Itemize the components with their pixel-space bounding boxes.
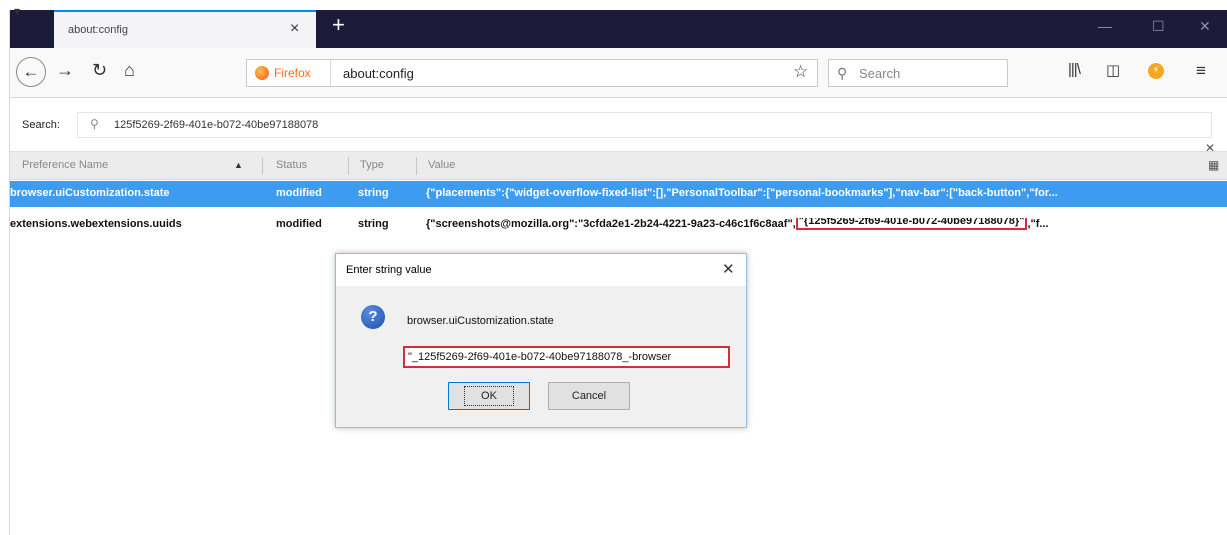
url-bar[interactable]: Firefox about:config ☆: [246, 59, 818, 87]
dialog-close-icon[interactable]: ✕: [722, 260, 735, 278]
pref-value: {"screenshots@mozilla.org":"3cfda2e1-2b2…: [426, 218, 1221, 230]
forward-arrow-icon[interactable]: →: [56, 60, 74, 81]
prefs-table-header: Preference Name ▲ Status Type Value ▦: [10, 152, 1227, 180]
search-label: Search:: [22, 119, 60, 131]
url-text[interactable]: about:config: [343, 66, 414, 81]
config-search-value[interactable]: 125f5269-2f69-401e-b072-40be97188078: [114, 119, 318, 131]
cancel-button[interactable]: Cancel: [548, 382, 630, 410]
ok-button[interactable]: OK: [448, 382, 530, 410]
pref-value-prefix: {"screenshots@mozilla.org":"3cfda2e1-2b2…: [426, 218, 796, 230]
new-tab-button[interactable]: +: [332, 14, 345, 36]
ok-label: OK: [464, 386, 514, 406]
tab-title: about:config: [68, 24, 128, 36]
highlighted-uuid: "{125f5269-2f69-401e-b072-40be97188078}": [795, 218, 1028, 230]
pref-value: {"placements":{"widget-overflow-fixed-li…: [426, 187, 1058, 199]
tab-close-icon[interactable]: ×: [290, 20, 299, 38]
column-divider[interactable]: [348, 157, 349, 175]
column-value[interactable]: Value: [428, 159, 455, 171]
dialog-title: Enter string value: [346, 264, 432, 276]
column-type[interactable]: Type: [360, 159, 384, 171]
column-preference-name[interactable]: Preference Name: [22, 159, 108, 171]
minimize-icon[interactable]: —: [1098, 18, 1112, 34]
brand-label: Firefox: [274, 66, 311, 80]
back-arrow-icon[interactable]: ←: [16, 57, 46, 87]
sort-ascending-icon[interactable]: ▲: [234, 160, 243, 170]
table-row[interactable]: browser.uiCustomization.state modified s…: [0, 181, 1227, 207]
enter-string-dialog: Enter string value ✕ ? browser.uiCustomi…: [335, 253, 747, 428]
column-status[interactable]: Status: [276, 159, 307, 171]
star-icon[interactable]: ☆: [793, 62, 808, 82]
search-placeholder: Search: [859, 66, 901, 81]
string-value-input[interactable]: "_125f5269-2f69-401e-b072-40be97188078_-…: [403, 346, 730, 368]
column-picker-icon[interactable]: ▦: [1208, 158, 1219, 172]
string-value-text[interactable]: "_125f5269-2f69-401e-b072-40be97188078_-…: [408, 351, 726, 363]
home-icon[interactable]: ⌂: [124, 60, 135, 81]
config-search-input[interactable]: ⚲ 125f5269-2f69-401e-b072-40be97188078: [77, 112, 1212, 138]
question-icon: ?: [361, 305, 385, 329]
pref-name: extensions.webextensions.uuids: [10, 218, 182, 230]
pref-status: modified: [276, 218, 322, 230]
library-icon[interactable]: |||\: [1068, 61, 1081, 78]
dialog-titlebar[interactable]: Enter string value ✕: [336, 254, 746, 286]
web-search-box[interactable]: ⚲ Search: [828, 59, 1008, 87]
reload-icon[interactable]: ↻: [92, 60, 107, 81]
site-identity[interactable]: Firefox: [247, 60, 331, 86]
cursor-icon: ▾: [14, 4, 21, 18]
pref-value-suffix: ,"f...: [1027, 218, 1049, 230]
column-divider[interactable]: [416, 157, 417, 175]
column-divider[interactable]: [262, 157, 263, 175]
nav-bar: ← → ↻ ⌂ Firefox about:config ☆ ⚲ Search …: [10, 48, 1227, 98]
pref-name: browser.uiCustomization.state: [10, 187, 170, 199]
sidebar-icon[interactable]: ◫: [1106, 61, 1120, 79]
dialog-message: browser.uiCustomization.state: [407, 315, 554, 327]
table-row[interactable]: extensions.webextensions.uuids modified …: [0, 212, 1227, 238]
close-window-icon[interactable]: ✕: [1199, 18, 1211, 35]
search-icon: ⚲: [837, 65, 848, 81]
pref-status: modified: [276, 187, 322, 199]
extension-icon[interactable]: ⚡: [1148, 63, 1164, 79]
tab-about-config[interactable]: about:config ×: [54, 10, 316, 48]
left-edge: ▾: [0, 4, 20, 535]
hamburger-menu-icon[interactable]: ≡: [1196, 61, 1206, 81]
maximize-icon[interactable]: ☐: [1152, 18, 1165, 35]
pref-type: string: [358, 218, 389, 230]
firefox-logo-icon: [255, 66, 269, 80]
search-icon: ⚲: [90, 117, 99, 131]
config-filter-bar: Search: ⚲ 125f5269-2f69-401e-b072-40be97…: [10, 98, 1227, 152]
pref-type: string: [358, 187, 389, 199]
